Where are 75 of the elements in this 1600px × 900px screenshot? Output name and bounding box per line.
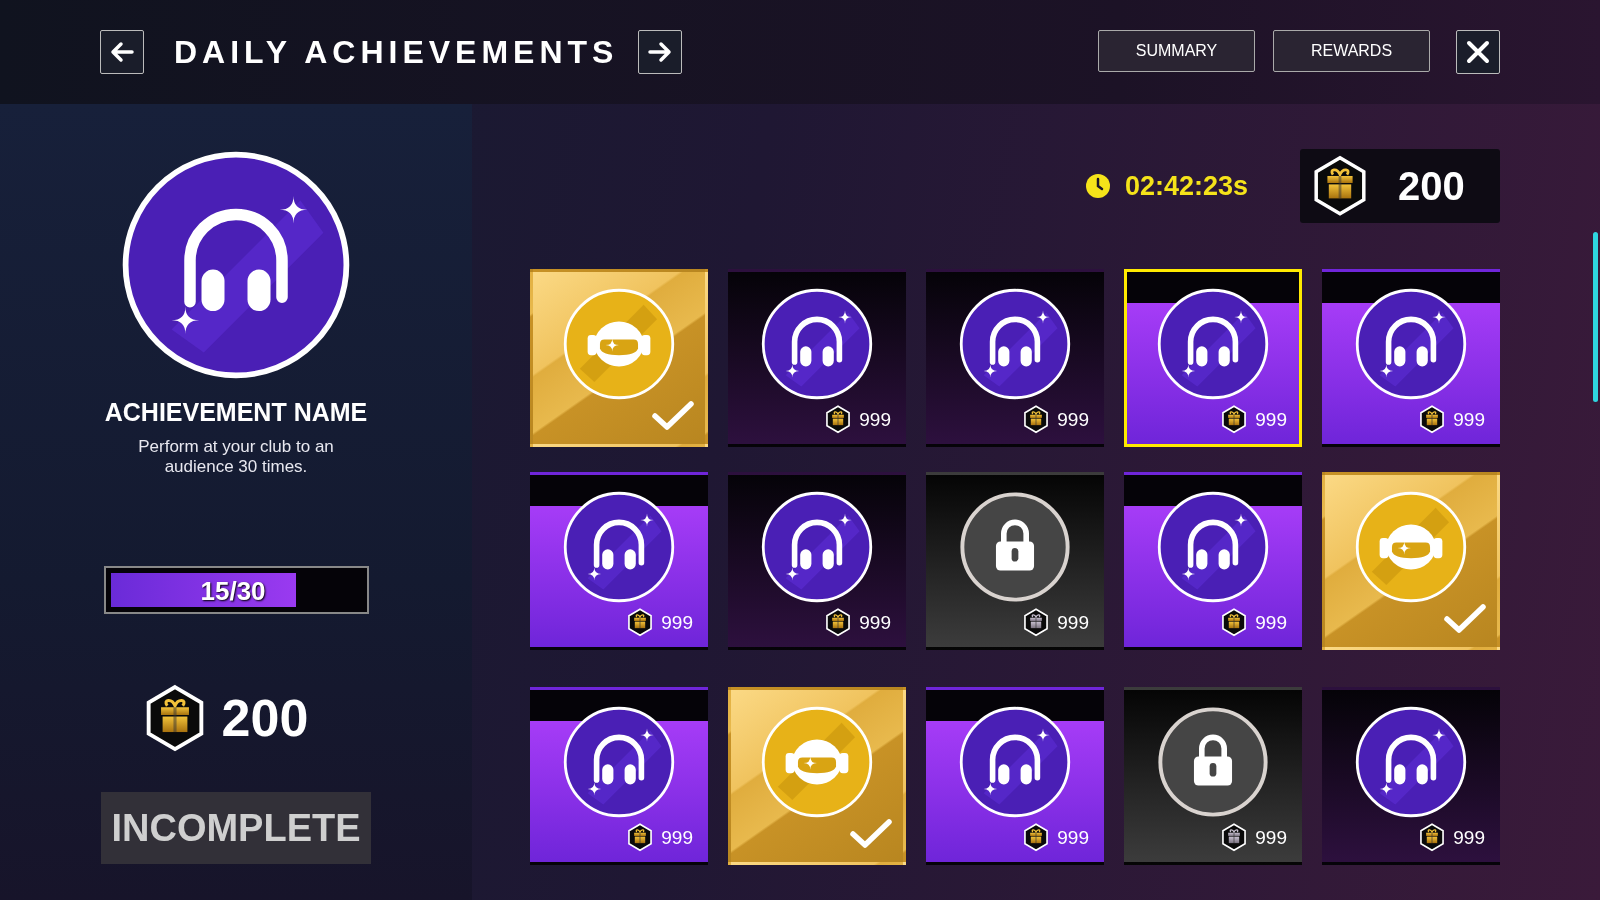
previous-button[interactable] xyxy=(100,30,144,74)
header-button[interactable]: SUMMARY xyxy=(1098,30,1255,72)
gift-icon xyxy=(1221,608,1248,637)
achievement-tile[interactable]: 999 xyxy=(926,687,1104,865)
achievement-tile[interactable] xyxy=(728,687,906,865)
gift-icon xyxy=(1023,608,1050,637)
achievement-tile[interactable]: 999 xyxy=(1124,269,1302,447)
close-icon xyxy=(1465,39,1491,65)
checkmark-icon xyxy=(651,400,695,432)
helmet-badge-icon xyxy=(1355,491,1467,603)
achievement-tile[interactable]: 999 xyxy=(530,687,708,865)
scrollbar[interactable] xyxy=(1593,232,1598,402)
achievement-name: ACHIEVEMENT NAME xyxy=(104,398,368,427)
headphones-badge-icon xyxy=(959,706,1071,818)
gift-icon xyxy=(1312,155,1368,217)
headphones-badge-icon xyxy=(959,288,1071,400)
reward-amount: 999 xyxy=(859,408,891,431)
gift-icon xyxy=(1419,405,1446,434)
header-button[interactable]: REWARDS xyxy=(1273,30,1430,72)
reward-amount: 999 xyxy=(1255,408,1287,431)
achievement-tile[interactable]: 999 xyxy=(728,472,906,650)
headphones-badge-icon xyxy=(1157,491,1269,603)
progress-label: 15/30 xyxy=(200,576,266,608)
achievement-tile[interactable] xyxy=(1322,472,1500,650)
achievement-tile[interactable]: 999 xyxy=(926,269,1104,447)
helmet-badge-icon xyxy=(563,288,675,400)
clock-icon xyxy=(1084,173,1111,199)
reward-amount: 999 xyxy=(661,611,693,634)
headphones-badge-icon xyxy=(563,491,675,603)
achievement-tile[interactable]: 999 xyxy=(1124,472,1302,650)
gift-icon xyxy=(1221,823,1248,852)
reward-amount: 999 xyxy=(1057,826,1089,849)
gift-icon xyxy=(825,405,852,434)
page-title: DAILY ACHIEVEMENTS xyxy=(174,33,619,71)
gift-icon xyxy=(1221,405,1248,434)
achievement-tile[interactable]: 999 xyxy=(1322,687,1500,865)
reward-amount: 999 xyxy=(1453,826,1485,849)
checkmark-icon xyxy=(1443,603,1487,635)
countdown-timer: 02:42:23s xyxy=(1124,170,1248,202)
headphones-badge-icon xyxy=(121,150,351,380)
headphones-badge-icon xyxy=(1355,288,1467,400)
headphones-badge-icon xyxy=(761,491,873,603)
gift-icon xyxy=(627,608,654,637)
reward-amount: 999 xyxy=(859,611,891,634)
lock-badge-icon xyxy=(1157,706,1269,818)
reward-amount: 999 xyxy=(1453,408,1485,431)
gift-icon xyxy=(1023,405,1050,434)
gift-icon xyxy=(627,823,654,852)
reward-amount: 999 xyxy=(1255,611,1287,634)
close-button[interactable] xyxy=(1456,30,1500,74)
reward-amount: 999 xyxy=(1255,826,1287,849)
reward-amount: 200 xyxy=(221,688,309,749)
achievement-tile[interactable] xyxy=(530,269,708,447)
achievement-description: Perform at your club to an audience 30 times. xyxy=(137,437,335,477)
reward-amount: 999 xyxy=(661,826,693,849)
headphones-badge-icon xyxy=(1355,706,1467,818)
achievement-tile[interactable]: 999 xyxy=(1322,269,1500,447)
reward-amount: 999 xyxy=(1057,611,1089,634)
helmet-badge-icon xyxy=(761,706,873,818)
gift-icon xyxy=(1023,823,1050,852)
reward-amount: 999 xyxy=(1057,408,1089,431)
checkmark-icon xyxy=(849,818,893,850)
gift-icon xyxy=(1419,823,1446,852)
gift-icon xyxy=(825,608,852,637)
status-label: INCOMPLETE xyxy=(101,792,371,865)
headphones-badge-icon xyxy=(563,706,675,818)
balance-amount: 200 xyxy=(1398,163,1465,209)
achievement-tile[interactable]: 999 xyxy=(728,269,906,447)
next-button[interactable] xyxy=(638,30,683,74)
headphones-badge-icon xyxy=(1157,288,1269,400)
lock-badge-icon xyxy=(959,491,1071,603)
achievement-tile[interactable]: 999 xyxy=(926,472,1104,650)
achievement-tile[interactable]: 999 xyxy=(530,472,708,650)
achievement-tile[interactable]: 999 xyxy=(1124,687,1302,865)
headphones-badge-icon xyxy=(761,288,873,400)
